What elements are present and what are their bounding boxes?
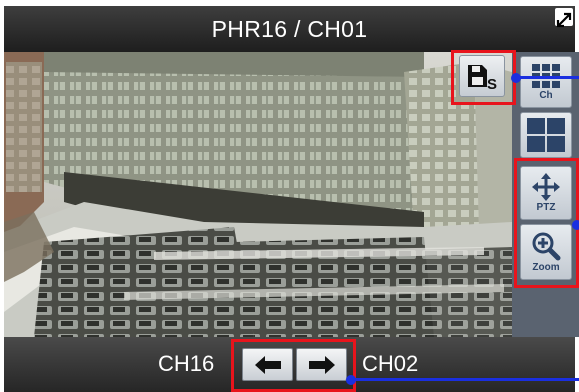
quad-layout-icon — [527, 118, 565, 152]
window-title: PHR16 / CH01 — [211, 15, 368, 42]
record-highlight-box — [451, 50, 516, 105]
arrows-highlight-box — [231, 339, 356, 392]
arrows-callout-line — [351, 378, 579, 381]
expand-icon — [556, 12, 572, 28]
channel-grid-button[interactable]: Ch — [520, 56, 572, 108]
prev-channel-label: CH16 — [158, 351, 215, 376]
ptz-zoom-callout-dot — [572, 220, 579, 230]
fullscreen-button[interactable] — [555, 8, 573, 28]
camera-feed[interactable] — [4, 52, 512, 337]
camera-image — [4, 52, 512, 337]
record-callout-line — [516, 76, 579, 79]
dvr-viewer-app: PHR16 / CH01 Ch PTZ Zoom S CH16 CH02 — [0, 0, 579, 392]
title-bar: PHR16 / CH01 — [4, 6, 575, 52]
ptz-zoom-highlight-box — [514, 158, 579, 288]
quad-layout-button[interactable] — [520, 112, 572, 158]
ch-label: Ch — [539, 90, 553, 101]
next-channel-label: CH02 — [362, 351, 419, 376]
